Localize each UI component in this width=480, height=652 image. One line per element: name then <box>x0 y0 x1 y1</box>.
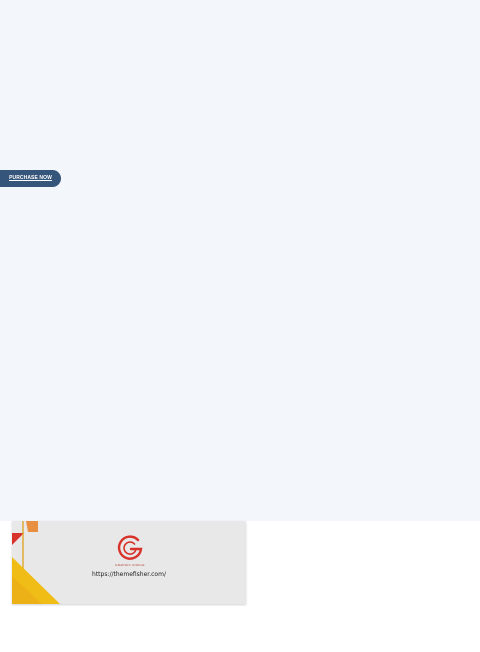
graphic-circle-g-logo-icon <box>117 535 143 560</box>
page: PURCHASE NOW GRAPHIC CIRCLE https://them… <box>0 0 480 652</box>
card-url-text: https://themefisher.com/ <box>92 571 166 578</box>
purchase-now-button[interactable]: PURCHASE NOW <box>0 170 61 187</box>
hero-section: PURCHASE NOW <box>0 0 480 521</box>
business-card-mockup: GRAPHIC CIRCLE https://themefisher.com/ <box>12 521 246 604</box>
logo-tagline: GRAPHIC CIRCLE <box>115 563 145 567</box>
